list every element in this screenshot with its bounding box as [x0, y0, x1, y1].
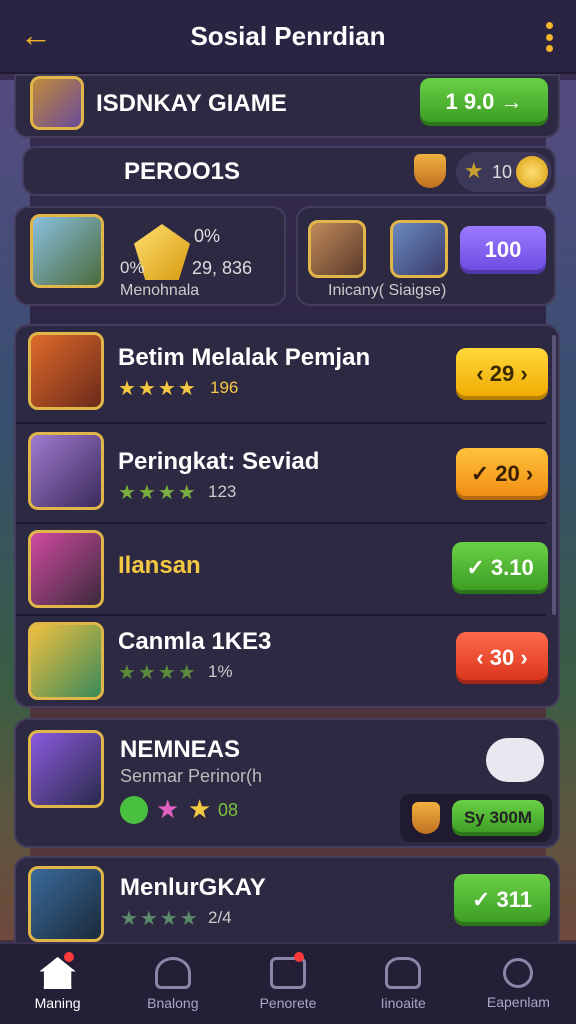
star-icon: ★: [156, 794, 180, 824]
featured-avatar: [28, 730, 104, 808]
shield-icon: [414, 154, 446, 188]
top-bar: ← Sosial Penrdian: [0, 0, 576, 74]
star-icon: ★: [464, 158, 484, 183]
bottom-navigation: Maning Bnalong Penorete Iinoaite Eapenla…: [0, 942, 576, 1024]
scrollbar[interactable]: [552, 335, 556, 615]
claim-reward-button[interactable]: Sy 300M: [452, 800, 544, 836]
player-name: Ilansan: [118, 552, 201, 579]
star-icon: ★: [188, 794, 212, 824]
stats-title: PEROO1S: [124, 158, 241, 185]
nav-item-search[interactable]: Eapenlam: [461, 944, 576, 1024]
nav-item-home[interactable]: Maning: [0, 944, 115, 1024]
rating-stars: ★★★★: [118, 662, 198, 684]
player-name: Canmla 1KE3: [118, 628, 272, 655]
player-avatar: [30, 214, 104, 288]
rating-stars: ★★★★: [118, 378, 198, 400]
group-icon: [385, 957, 422, 989]
player-action-button[interactable]: ‹ 29 ›: [456, 348, 548, 400]
shield-icon: [412, 802, 440, 834]
player-action-button[interactable]: ✓ 311: [454, 874, 550, 926]
stats-card-left: 0% 0% 29, 836 Menohnala: [14, 206, 286, 306]
reward-box: Sy 300M: [400, 794, 552, 842]
notification-dot: [64, 952, 74, 962]
nav-item-group[interactable]: Iinoaite: [346, 944, 461, 1024]
nav-item-users[interactable]: Bnalong: [115, 944, 230, 1024]
users-icon: [154, 957, 191, 989]
rating-stars: ★★★★: [118, 482, 198, 504]
game-banner: ISDNKAY GIAME 1 9.0 →: [14, 74, 560, 138]
player-avatar: [28, 866, 104, 942]
player-action-button[interactable]: ✓ 3.10: [452, 542, 548, 594]
stats-header: PEROO1S ★ 10: [22, 146, 556, 196]
player-avatar: [28, 530, 104, 608]
player-avatar: [28, 332, 104, 410]
player-name: Betim Melalak Pemjan: [118, 344, 371, 371]
list-item: MenlurGKAY ★★★★ 2/4 ✓ 311: [14, 856, 560, 946]
player-action-button[interactable]: ✓ 20 ›: [456, 448, 548, 500]
opponent-avatar-1: [308, 220, 366, 278]
divider: [16, 422, 546, 424]
stats-card-right: 100 Inicany( Siaigse): [296, 206, 556, 306]
player-avatar: [28, 432, 104, 510]
kebab-menu-icon[interactable]: [546, 22, 554, 52]
nav-item-calendar[interactable]: Penorete: [230, 944, 345, 1024]
featured-player-card: NEMNEAS Senmar Perinor(h ★ ★ 08 Sy 300M: [14, 718, 560, 848]
calendar-icon: [270, 957, 306, 989]
search-icon: [503, 958, 534, 988]
game-avatar: [30, 76, 84, 130]
rating-stars: ★★★★: [120, 908, 200, 930]
divider: [16, 614, 546, 616]
player-name: Peringkat: Seviad: [118, 448, 320, 475]
game-name: ISDNKAY GIAME: [96, 90, 287, 117]
back-arrow-icon[interactable]: ←: [20, 18, 54, 52]
coin-icon: [516, 156, 548, 188]
game-play-button[interactable]: 1 9.0 →: [420, 78, 548, 126]
coin-counter: ★ 10: [456, 152, 552, 192]
gem-icon: [120, 796, 148, 824]
chat-bubble-icon[interactable]: [486, 738, 544, 782]
player-action-button[interactable]: ‹ 30 ›: [456, 632, 548, 684]
opponent-avatar-2: [390, 220, 448, 278]
player-avatar: [28, 622, 104, 700]
divider: [16, 522, 546, 524]
challenge-button[interactable]: 100: [460, 226, 546, 274]
page-title: Sosial Penrdian: [190, 20, 386, 51]
